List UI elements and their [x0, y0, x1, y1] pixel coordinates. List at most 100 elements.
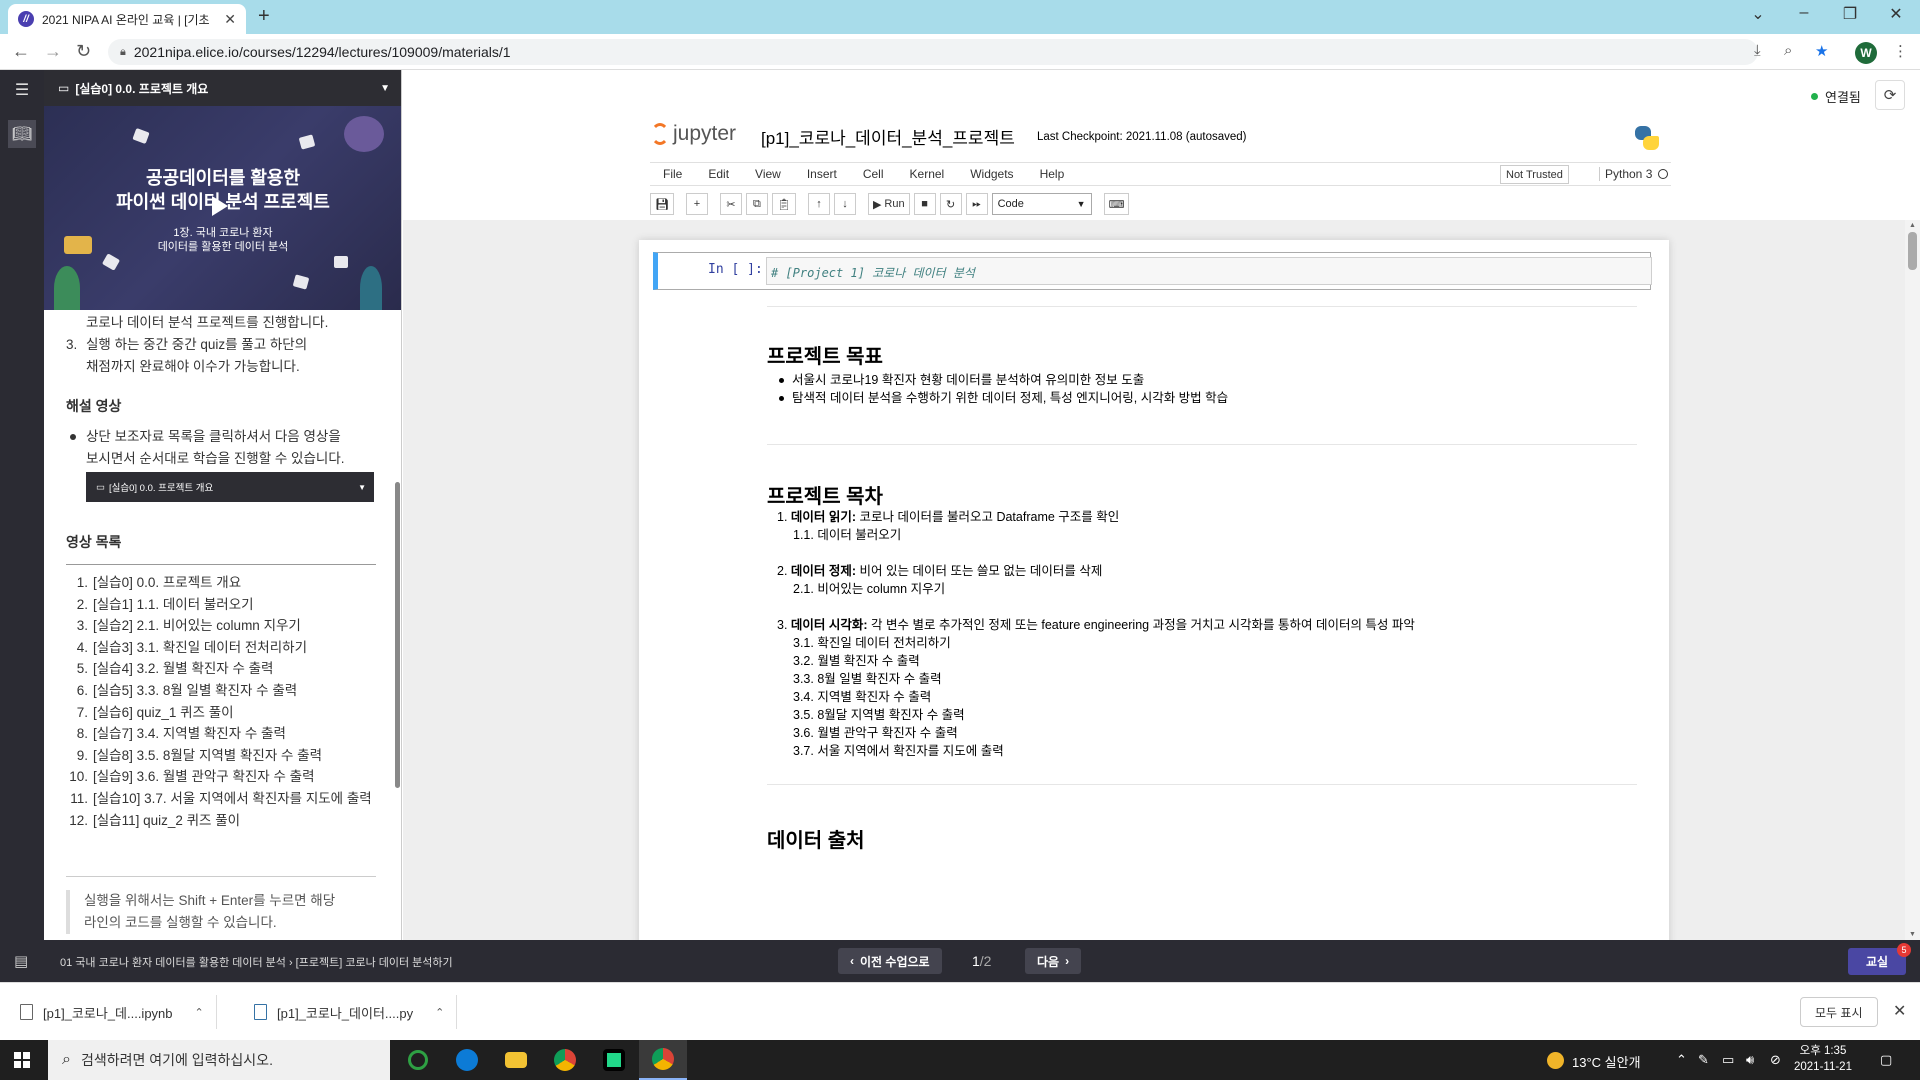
notification-center-icon[interactable]: ▢	[1880, 1052, 1892, 1068]
close-downloads-icon[interactable]: ✕	[1893, 1001, 1906, 1021]
save-icon[interactable]: 💾︎	[650, 193, 674, 215]
taskbar-edge[interactable]	[443, 1040, 491, 1080]
notebook-scrollbar[interactable]: ▲ ▼	[1905, 220, 1920, 940]
new-tab-icon[interactable]: +	[258, 5, 270, 28]
list-icon[interactable]: ☰	[8, 76, 36, 104]
restore-icon[interactable]: ❐	[1827, 4, 1873, 24]
mute-icon[interactable]: ⊘	[1770, 1052, 1781, 1068]
menu-item-edit[interactable]: Edit	[695, 167, 742, 181]
url-bar[interactable]: 🔒︎ 2021nipa.elice.io/courses/12294/lectu…	[108, 39, 1758, 65]
toc-list: 1. 데이터 읽기: 코로나 데이터를 불러오고 Dataframe 구조를 확…	[767, 508, 1637, 760]
play-icon[interactable]	[212, 196, 228, 216]
taskbar-chrome-profile[interactable]	[639, 1040, 687, 1080]
menu-item-insert[interactable]: Insert	[794, 167, 850, 181]
chevron-up-icon[interactable]: ⌃	[195, 1006, 204, 1019]
chevron-up-icon[interactable]: ⌃	[435, 1006, 444, 1019]
scroll-thumb[interactable]	[1908, 232, 1917, 270]
menu-item-kernel[interactable]: Kernel	[897, 167, 958, 181]
interrupt-icon[interactable]: ■	[913, 193, 936, 215]
video-list-item[interactable]: 12. [실습11] quiz_2 퀴즈 풀이	[66, 810, 386, 832]
video-list-item[interactable]: 8. [실습7] 3.4. 지역별 확진자 수 출력	[66, 723, 386, 745]
video-list-item[interactable]: 4. [실습3] 3.1. 확진일 데이터 전처리하기	[66, 637, 386, 659]
panel-scrollbar[interactable]	[395, 482, 400, 788]
move-down-icon[interactable]: ↓	[833, 193, 856, 215]
taskbar-chrome[interactable]	[541, 1040, 589, 1080]
show-all-button[interactable]: 모두 표시	[1800, 997, 1878, 1027]
notebook-title[interactable]: [p1]_코로나_데이터_분석_프로젝트	[761, 124, 1015, 149]
video-list-item[interactable]: 7. [실습6] quiz_1 퀴즈 풀이	[66, 702, 386, 724]
weather-text[interactable]: 13°C 실안개	[1572, 1052, 1641, 1071]
prev-lesson-button[interactable]: ‹ 이전 수업으로	[838, 948, 942, 974]
scroll-up-icon[interactable]: ▲	[1909, 222, 1916, 229]
keyboard-icon[interactable]: ⌨	[1103, 193, 1130, 215]
cell-type-select[interactable]: Code ▼	[991, 193, 1092, 215]
video-list-item[interactable]: 5. [실습4] 3.2. 월별 확진자 수 출력	[66, 658, 386, 680]
minimize-icon[interactable]: –	[1781, 4, 1827, 22]
network-icon[interactable]: ▭	[1722, 1052, 1734, 1068]
menu-item-file[interactable]: File	[650, 167, 695, 181]
install-icon[interactable]: ⤓	[1754, 42, 1761, 59]
pen-icon[interactable]: ✎	[1698, 1052, 1709, 1068]
code-input[interactable]: # [Project 1] 코로나 데이터 분석	[766, 257, 1652, 285]
book-icon[interactable]: 📖︎	[8, 120, 36, 148]
zoom-icon[interactable]: ⌕	[1784, 42, 1792, 59]
video-list-item[interactable]: 9. [실습8] 3.5. 8월달 지역별 확진자 수 출력	[66, 745, 386, 767]
chevron-down-icon[interactable]: ▼	[380, 83, 390, 94]
video-list-item[interactable]: 10. [실습9] 3.6. 월별 관악구 확진자 수 출력	[66, 766, 386, 788]
close-window-icon[interactable]: ✕	[1873, 4, 1919, 24]
cut-icon[interactable]: ✂	[719, 193, 742, 215]
menu-item-help[interactable]: Help	[1027, 167, 1078, 181]
reload-icon[interactable]: ↻	[76, 41, 91, 62]
download-item-1[interactable]: [p1]_코로나_데....ipynb ⌃	[20, 995, 217, 1029]
copy-icon[interactable]: ⧉	[745, 193, 768, 215]
run-button[interactable]: ▶ Run	[867, 193, 910, 215]
close-tab-icon[interactable]: ✕	[224, 11, 236, 28]
browser-menu-icon[interactable]: ⋮	[1893, 42, 1908, 60]
video-list-item[interactable]: 6. [실습5] 3.3. 8월 일별 확진자 수 출력	[66, 680, 386, 702]
fast-forward-icon[interactable]: ⏩︎	[965, 193, 988, 215]
menu-item-cell[interactable]: Cell	[850, 167, 897, 181]
not-trusted-button[interactable]: Not Trusted	[1500, 165, 1569, 184]
video-player[interactable]: 공공데이터를 활용한 파이썬 데이터 분석 프로젝트 1장. 국내 코로나 환자…	[44, 106, 401, 310]
video-header[interactable]: ▭ [실습0] 0.0. 프로젝트 개요 ▼	[44, 70, 401, 106]
taskbar-explorer[interactable]	[492, 1040, 540, 1080]
profile-avatar[interactable]: W	[1855, 42, 1877, 64]
volume-icon[interactable]: 🔊︎	[1746, 1052, 1754, 1068]
forward-icon[interactable]: →	[44, 41, 62, 62]
video-list-label: [실습9] 3.6. 월별 관악구 확진자 수 출력	[93, 769, 315, 785]
next-button[interactable]: 다음 ›	[1025, 948, 1082, 974]
video-list-item[interactable]: 3. [실습2] 2.1. 비어있는 column 지우기	[66, 615, 386, 637]
breadcrumb[interactable]: 01 국내 코로나 환자 데이터를 활용한 데이터 분석 › [프로젝트] 코로…	[60, 954, 453, 970]
video-list-item[interactable]: 1. [실습0] 0.0. 프로젝트 개요	[66, 572, 386, 594]
clock[interactable]: 오후 1:35 2021-11-21	[1794, 1043, 1852, 1075]
back-icon[interactable]: ←	[12, 41, 30, 62]
paste-icon[interactable]: 📋︎	[771, 193, 796, 215]
list-number: 11.	[70, 790, 88, 806]
windows-start-icon[interactable]	[14, 1052, 30, 1068]
jupyter-logo[interactable]: jupyter	[651, 122, 736, 146]
menu-item-widgets[interactable]: Widgets	[957, 167, 1026, 181]
taskbar-app-circle[interactable]	[394, 1040, 442, 1080]
refresh-button[interactable]: ⟳	[1875, 80, 1905, 110]
course-icon[interactable]: ▤	[14, 952, 28, 970]
taskbar-pycharm[interactable]	[590, 1040, 638, 1080]
video-list-item[interactable]: 11. [실습10] 3.7. 서울 지역에서 확진자를 지도에 출력	[66, 788, 386, 810]
insert-cell-icon[interactable]: +	[685, 193, 708, 215]
downloads-bar: [p1]_코로나_데....ipynb ⌃ [p1]_코로나_데이터....py…	[0, 982, 1920, 1040]
bookmark-star-icon[interactable]: ★	[1815, 42, 1828, 60]
scroll-down-icon[interactable]: ▼	[1909, 931, 1916, 938]
taskbar-search[interactable]: ⌕ 검색하려면 여기에 입력하십시오.	[48, 1040, 390, 1080]
notebook-toolbar: 💾︎ + ✂ ⧉ 📋︎ ↑ ↓ ▶ Run ■ ↻ ⏩︎ Code ▼ ⌨	[650, 193, 1130, 215]
restart-icon[interactable]: ↻	[939, 193, 962, 215]
move-up-icon[interactable]: ↑	[807, 193, 830, 215]
code-cell[interactable]: In [ ]: # [Project 1] 코로나 데이터 분석	[653, 252, 1652, 290]
chevron-down-icon[interactable]: ▼	[358, 483, 366, 492]
tray-chevron-icon[interactable]: ⌃	[1676, 1052, 1687, 1068]
browser-tab[interactable]: // 2021 NIPA AI 온라인 교육 | [기초 ✕	[8, 4, 246, 34]
tab-search-icon[interactable]: ⌄	[1735, 4, 1781, 24]
toc-item-1: 1. 데이터 읽기: 코로나 데이터를 불러오고 Dataframe 구조를 확…	[767, 508, 1637, 526]
video-list-item[interactable]: 2. [실습1] 1.1. 데이터 불러오기	[66, 594, 386, 616]
embedded-video-player[interactable]: ▭ [실습0] 0.0. 프로젝트 개요 ▼	[86, 472, 374, 502]
download-item-2[interactable]: [p1]_코로나_데이터....py ⌃	[254, 995, 458, 1029]
menu-item-view[interactable]: View	[742, 167, 794, 181]
